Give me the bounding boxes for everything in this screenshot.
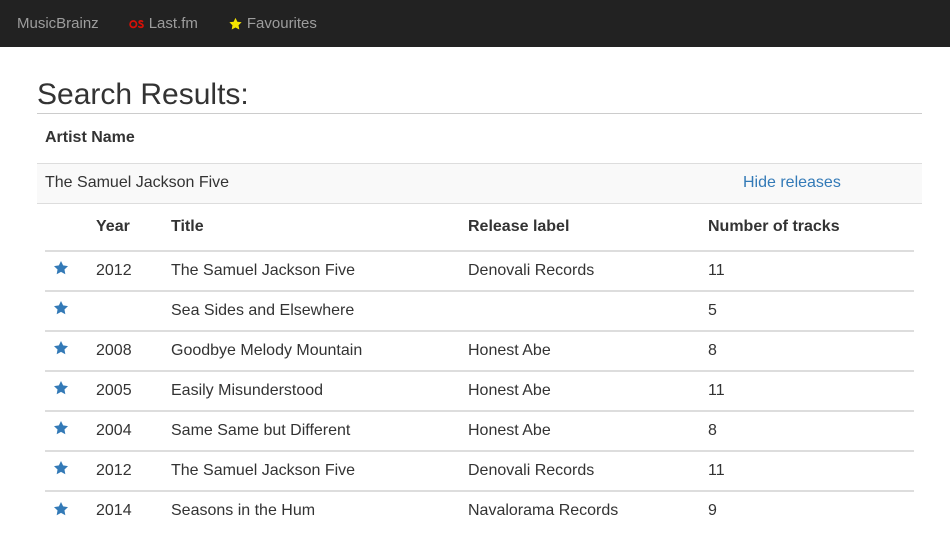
favourite-column-header [45, 203, 96, 252]
star-icon [228, 17, 243, 31]
favourite-cell [45, 370, 96, 412]
star-icon[interactable] [53, 260, 69, 276]
release-row: 2005 Easily Misunderstood Honest Abe 11 [45, 370, 914, 412]
artist-name: The Samuel Jackson Five [37, 163, 743, 204]
release-tracks: 5 [708, 290, 914, 332]
release-title: Easily Misunderstood [171, 370, 468, 412]
hide-releases-link[interactable]: Hide releases [743, 163, 922, 204]
release-rows: 2012 The Samuel Jackson Five Denovali Re… [45, 250, 914, 531]
nav-favourites-label: Favourites [246, 15, 317, 32]
release-row: Sea Sides and Elsewhere 5 [45, 290, 914, 332]
release-title: Sea Sides and Elsewhere [171, 290, 468, 332]
release-label [468, 290, 708, 332]
star-icon[interactable] [53, 501, 69, 517]
release-label: Denovali Records [468, 450, 708, 492]
page-title: Search Results: [37, 78, 922, 114]
year-column-header: Year [96, 203, 171, 252]
release-label-column-header: Release label [468, 203, 708, 252]
nav-lastfm-label: Last.fm [148, 15, 198, 32]
releases-container: Year Title Release label Number of track… [37, 203, 922, 531]
release-row: 2004 Same Same but Different Honest Abe … [45, 410, 914, 452]
favourite-cell [45, 410, 96, 452]
release-year: 2008 [96, 330, 171, 372]
star-icon[interactable] [53, 420, 69, 436]
release-year: 2014 [96, 502, 132, 519]
artist-releases-row: Year Title Release label Number of track… [37, 203, 922, 531]
releases-table: Year Title Release label Number of track… [45, 203, 914, 531]
release-row: 2008 Goodbye Melody Mountain Honest Abe … [45, 330, 914, 372]
tracks-column-header: Number of tracks [708, 203, 914, 252]
artist-header-row: Artist Name [37, 114, 922, 164]
nav-brand-link[interactable]: MusicBrainz [17, 15, 99, 32]
title-column-header: Title [171, 203, 468, 252]
release-year [96, 290, 171, 332]
release-title: Same Same but Different [171, 410, 468, 452]
release-row: 2012 The Samuel Jackson Five Denovali Re… [45, 250, 914, 292]
favourite-cell [45, 450, 96, 492]
star-icon[interactable] [53, 300, 69, 316]
release-title: The Samuel Jackson Five [171, 450, 468, 492]
release-tracks: 8 [708, 330, 914, 372]
release-year: 2012 [96, 250, 171, 292]
release-title: The Samuel Jackson Five [171, 250, 468, 292]
lastfm-logo-icon [128, 19, 145, 29]
release-tracks: 9 [708, 502, 717, 519]
artist-row: The Samuel Jackson Five Hide releases [37, 163, 922, 204]
favourite-cell [45, 250, 96, 292]
favourite-cell [45, 330, 96, 372]
nav-favourites-link[interactable]: Favourites [228, 15, 317, 32]
release-title: Seasons in the Hum [171, 502, 316, 519]
release-tracks: 11 [708, 370, 914, 412]
release-title: Goodbye Melody Mountain [171, 330, 468, 372]
main-content: Search Results: Artist Name The Samuel J… [37, 47, 922, 531]
top-navbar: MusicBrainz Last.fm Favourites [0, 0, 950, 47]
nav-brand-label: MusicBrainz [17, 15, 99, 32]
nav-lastfm-link[interactable]: Last.fm [128, 15, 198, 32]
release-row: 2012 The Samuel Jackson Five Denovali Re… [45, 450, 914, 492]
release-tracks: 11 [708, 450, 914, 492]
releases-header-row: Year Title Release label Number of track… [45, 203, 914, 252]
release-row: 2014 Seasons in the Hum Navalorama Recor… [45, 491, 914, 531]
artist-name-header: Artist Name [37, 114, 922, 164]
release-year: 2004 [96, 410, 171, 452]
release-label: Navalorama Records [468, 502, 619, 519]
star-icon[interactable] [53, 460, 69, 476]
release-label: Honest Abe [468, 410, 708, 452]
release-year: 2005 [96, 370, 171, 412]
favourite-cell [45, 491, 96, 531]
release-year: 2012 [96, 450, 171, 492]
release-label: Honest Abe [468, 370, 708, 412]
star-icon[interactable] [53, 380, 69, 396]
release-tracks: 8 [708, 410, 914, 452]
favourite-cell [45, 290, 96, 332]
release-label: Honest Abe [468, 330, 708, 372]
release-tracks: 11 [708, 250, 914, 292]
star-icon[interactable] [53, 340, 69, 356]
artist-results-table: Artist Name The Samuel Jackson Five Hide… [37, 114, 922, 531]
release-label: Denovali Records [468, 250, 708, 292]
